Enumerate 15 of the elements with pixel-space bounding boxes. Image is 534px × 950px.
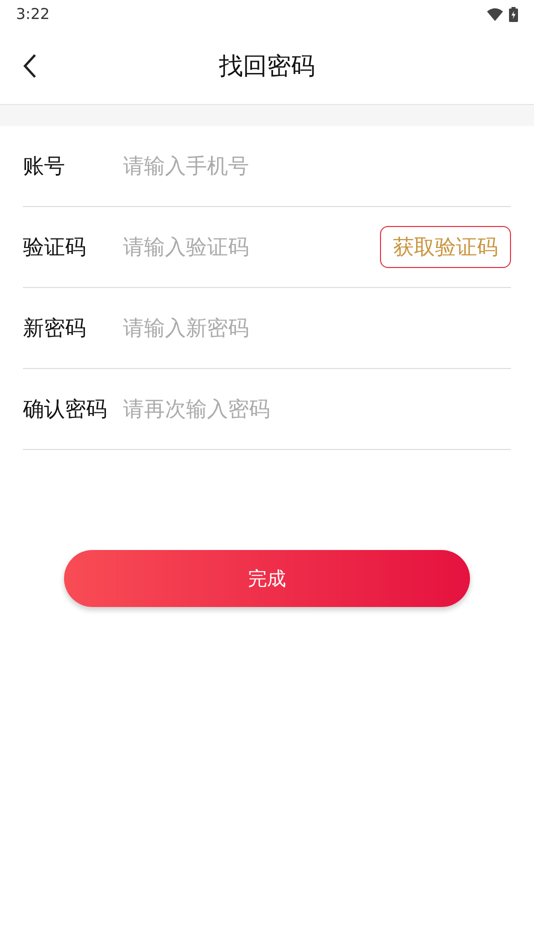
input-field[interactable]: 请输入新密码 bbox=[123, 316, 511, 340]
field-label: 验证码 bbox=[23, 234, 87, 261]
submit-button[interactable]: 完成 bbox=[64, 550, 470, 607]
back-icon[interactable] bbox=[23, 53, 37, 79]
input-field[interactable]: 请再次输入密码 bbox=[123, 397, 511, 421]
field-label: 新密码 bbox=[23, 315, 87, 342]
status-time: 3:22 bbox=[16, 5, 50, 23]
field-label: 确认密码 bbox=[23, 396, 108, 423]
battery-icon bbox=[509, 6, 518, 22]
input-field[interactable]: 请输入验证码 bbox=[123, 235, 380, 259]
get-code-button[interactable]: 获取验证码 bbox=[380, 226, 511, 268]
input-field[interactable]: 请输入手机号 bbox=[123, 154, 511, 178]
page-title: 找回密码 bbox=[219, 51, 315, 82]
wifi-icon bbox=[487, 8, 503, 20]
field-label: 账号 bbox=[23, 153, 66, 180]
